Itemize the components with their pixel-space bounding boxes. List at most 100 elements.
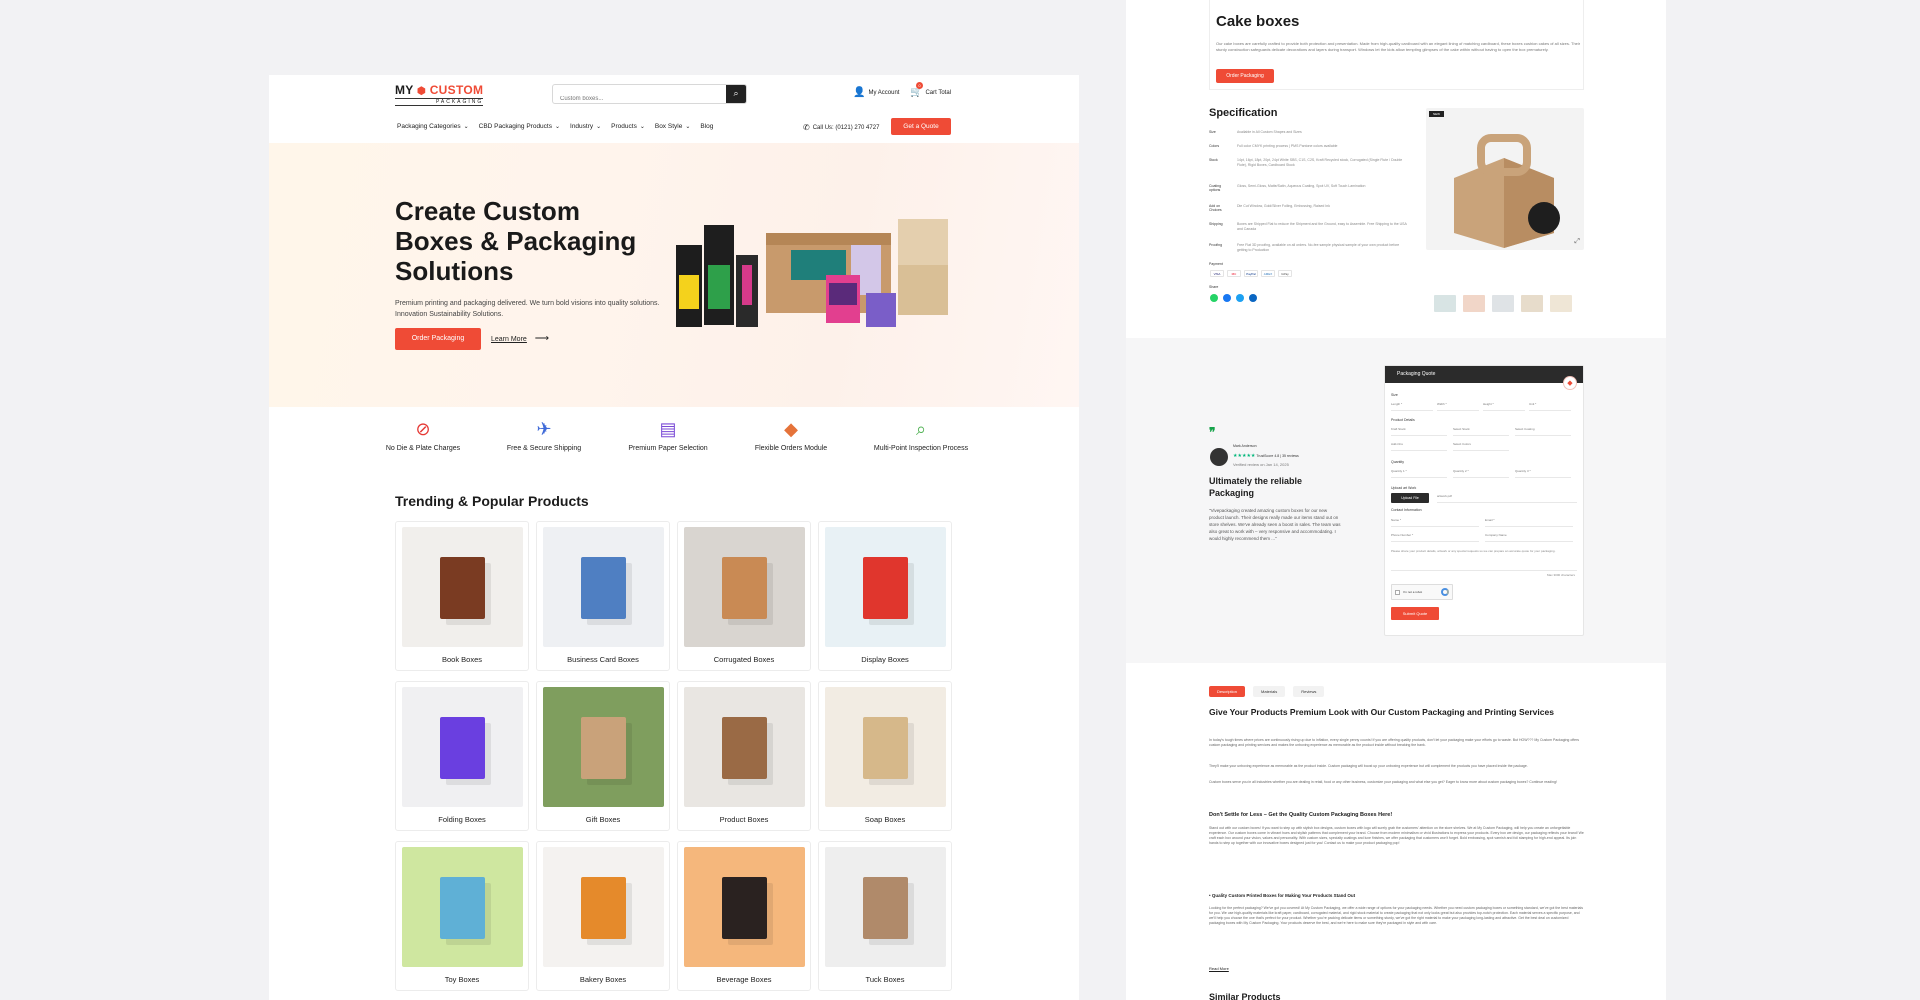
reviewer-name: Mark Anderson (1233, 444, 1257, 448)
product-detail-select[interactable]: Select Stock (1453, 427, 1509, 436)
tab-reviews[interactable]: Reviews (1293, 686, 1325, 697)
homepage-panel: MY ⬢ CUSTOM PACKAGING ⌕ 👤My Account 🛒0Ca… (269, 75, 1079, 1000)
read-more-link[interactable]: Read More (1209, 966, 1229, 971)
description-paragraph-1: In today's tough times where prices are … (1209, 738, 1580, 747)
description-paragraph-5: Looking for the perfect packaging? We've… (1209, 906, 1583, 925)
product-card[interactable]: Corrugated Boxes (677, 521, 811, 671)
product-detail-select[interactable]: Select Coating (1515, 427, 1571, 436)
whatsapp-icon[interactable] (1210, 294, 1218, 302)
hero-section: Create Custom Boxes & Packaging Solution… (269, 143, 1079, 407)
uploaded-file-name: artwork.pdf (1437, 494, 1577, 503)
new-badge: NEW (1429, 111, 1444, 117)
feature-item: ⊘ No Die & Plate Charges (373, 418, 473, 453)
nav-item-cbd-packaging-products[interactable]: CBD Packaging Products ⌄ (479, 123, 560, 130)
product-detail-select[interactable]: Add-Ons (1391, 442, 1447, 451)
contact-field[interactable]: Phone Number * (1391, 533, 1479, 542)
product-details-label: Product Details (1391, 418, 1415, 422)
share-label: Share (1209, 285, 1219, 289)
search-box: ⌕ (552, 84, 747, 108)
size-field[interactable]: Unit * (1529, 402, 1571, 411)
contact-field[interactable]: Email * (1485, 518, 1573, 527)
upload-file-button[interactable]: Upload File (1391, 493, 1429, 503)
product-card[interactable]: Tuck Boxes (818, 841, 952, 991)
size-field[interactable]: Width * (1437, 402, 1479, 411)
nav-item-box-style[interactable]: Box Style ⌄ (655, 123, 691, 130)
product-main-image[interactable]: NEW ⤢ (1426, 108, 1584, 250)
product-card[interactable]: Beverage Boxes (677, 841, 811, 991)
nav-item-packaging-categories[interactable]: Packaging Categories ⌄ (397, 123, 469, 130)
nav-item-industry[interactable]: Industry ⌄ (570, 123, 601, 130)
cart-link[interactable]: 🛒 0 Cart Total (910, 82, 952, 98)
nav-label: Packaging Categories (397, 123, 461, 130)
tab-description[interactable]: Description (1209, 686, 1246, 697)
quantity-field[interactable]: Quantity 3 * (1515, 469, 1571, 478)
product-card[interactable]: Business Card Boxes (536, 521, 670, 671)
product-thumbnail[interactable] (1550, 295, 1572, 312)
size-field[interactable]: Length * (1391, 402, 1433, 411)
my-account-link[interactable]: 👤 My Account (853, 87, 899, 98)
product-box-shape (722, 717, 767, 779)
product-card[interactable]: Toy Boxes (395, 841, 529, 991)
product-image (543, 527, 664, 647)
linkedin-icon[interactable] (1249, 294, 1257, 302)
product-box-shape (440, 717, 485, 779)
site-logo[interactable]: MY ⬢ CUSTOM PACKAGING (395, 83, 484, 106)
trustscore-label: TrustScore (1256, 454, 1274, 458)
quantity-field[interactable]: Quantity 1 * (1391, 469, 1447, 478)
nav-item-products[interactable]: Products ⌄ (611, 123, 645, 130)
description-title: Give Your Products Premium Look with Our… (1209, 707, 1554, 717)
quantity-field[interactable]: Quantity 2 * (1453, 469, 1509, 478)
search-input[interactable] (553, 90, 703, 108)
product-card[interactable]: Gift Boxes (536, 681, 670, 831)
product-name: Soap Boxes (864, 815, 906, 824)
contact-field[interactable]: Company Name (1485, 533, 1573, 542)
size-field[interactable]: Height * (1483, 402, 1525, 411)
cart-label: Cart Total (925, 90, 952, 97)
spec-title: Specification (1209, 107, 1278, 119)
twitter-icon[interactable] (1236, 294, 1244, 302)
product-image (543, 687, 664, 807)
logo-main: MY (395, 83, 414, 97)
submit-quote-button[interactable]: Submit Quote (1391, 607, 1439, 620)
order-packaging-button[interactable]: Order Packaging (395, 328, 481, 350)
spec-row: Size Available in All Custom Shapes and S… (1209, 130, 1409, 135)
nav-item-blog[interactable]: Blog (700, 123, 713, 130)
recaptcha-checkbox[interactable] (1395, 590, 1400, 595)
recaptcha-box[interactable]: I'm not a robot (1391, 584, 1453, 600)
product-name: Bakery Boxes (579, 975, 627, 984)
product-thumbnail[interactable] (1521, 295, 1543, 312)
spec-value: Boxes are Shipped Flat to reduce the Shi… (1237, 222, 1407, 231)
message-textarea[interactable]: Please share your product details, artwo… (1391, 549, 1577, 571)
feature-label: No Die & Plate Charges (385, 445, 461, 452)
description-heading-3: • Quality Custom Printed Boxes for Makin… (1209, 893, 1356, 898)
facebook-icon[interactable] (1223, 294, 1231, 302)
get-quote-button[interactable]: Get a Quote (891, 118, 951, 135)
product-name: Gift Boxes (585, 815, 621, 824)
product-thumbnail[interactable] (1434, 295, 1456, 312)
contact-info-label: Contact Information (1391, 508, 1422, 512)
product-card[interactable]: Folding Boxes (395, 681, 529, 831)
spec-row: Shipping Boxes are Shipped Flat to reduce… (1209, 222, 1409, 232)
product-card[interactable]: Bakery Boxes (536, 841, 670, 991)
magnifier-icon: ⌕ (915, 419, 927, 439)
order-packaging-button-right[interactable]: Order Packaging (1216, 69, 1274, 83)
contact-field[interactable]: Name * (1391, 518, 1479, 527)
product-detail-select[interactable]: Select Colors (1453, 442, 1509, 451)
nav-label: CBD Packaging Products (478, 123, 552, 130)
product-card[interactable]: Soap Boxes (818, 681, 952, 831)
spec-key: Stock (1209, 158, 1218, 162)
payment-mc-icon: MC (1227, 270, 1241, 277)
product-card[interactable]: Product Boxes (677, 681, 811, 831)
feature-label: Multi-Point Inspection Process (873, 445, 969, 452)
expand-icon[interactable]: ⤢ (1574, 237, 1580, 246)
product-detail-select[interactable]: Kraft Stock (1391, 427, 1447, 436)
product-card[interactable]: Display Boxes (818, 521, 952, 671)
product-thumbnail[interactable] (1492, 295, 1514, 312)
learn-more-link[interactable]: Learn More ⟶ (491, 333, 549, 344)
search-button[interactable]: ⌕ (726, 85, 746, 103)
product-card[interactable]: Book Boxes (395, 521, 529, 671)
product-thumbnail[interactable] (1463, 295, 1485, 312)
tab-materials[interactable]: Materials (1253, 686, 1286, 697)
description-heading-2: Don't Settle for Less – Get the Quality … (1209, 812, 1393, 818)
call-us[interactable]: ✆ Call Us: (0121) 270 4727 (803, 123, 879, 132)
